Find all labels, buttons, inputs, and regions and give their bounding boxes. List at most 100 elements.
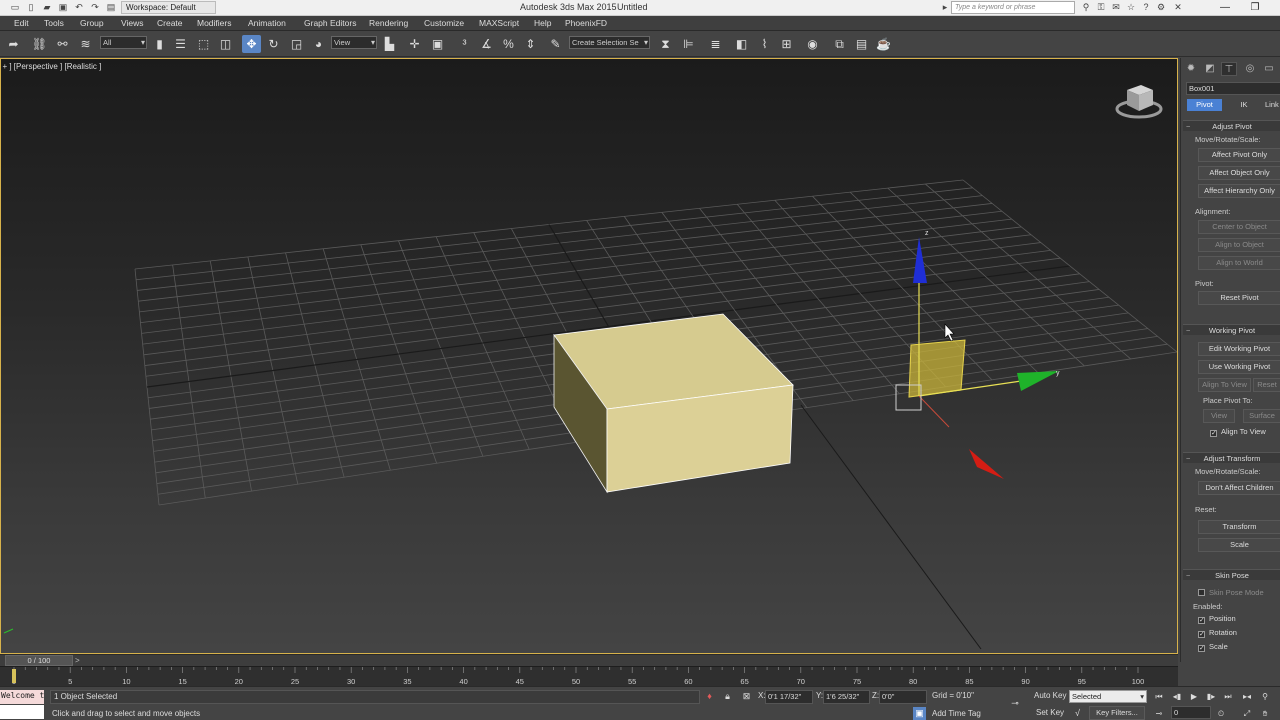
menu-customize[interactable]: Customize	[424, 18, 464, 28]
align-to-view-checkbox[interactable]: ✓ Align To View	[1210, 427, 1266, 437]
menu-tools[interactable]: Tools	[44, 18, 64, 28]
save-icon[interactable]: ▣	[56, 1, 70, 14]
time-slider-handle[interactable]: 0 / 100	[5, 655, 73, 666]
rollout-adjust-pivot[interactable]: Adjust Pivot	[1183, 120, 1280, 132]
layer-manager-icon[interactable]: ≣	[706, 35, 725, 53]
mirror-icon[interactable]: ⧗	[656, 35, 675, 53]
menu-graph-editors[interactable]: Graph Editors	[304, 18, 356, 28]
restore-button[interactable]: ❐	[1240, 0, 1270, 16]
tab-link-info[interactable]: Link Info	[1265, 99, 1280, 111]
render-setup-icon[interactable]: ⧉	[830, 35, 849, 53]
set-key-mode-button[interactable]: Set Key	[1036, 708, 1064, 717]
create-panel-tab-icon[interactable]: ✹	[1183, 62, 1199, 76]
add-time-tag[interactable]: Add Time Tag	[932, 709, 981, 718]
help-icon[interactable]: ?	[1140, 1, 1152, 14]
rotation-checkbox[interactable]: ✓ Rotation	[1198, 628, 1237, 638]
viewport-scene[interactable]: z y	[1, 59, 1178, 654]
minimize-button[interactable]: —	[1210, 0, 1240, 16]
use-working-pivot-button[interactable]: Use Working Pivot	[1198, 360, 1280, 374]
select-and-link-icon[interactable]: ⛓	[30, 35, 49, 53]
tab-pivot[interactable]: Pivot	[1187, 99, 1222, 111]
select-and-manipulate-icon[interactable]: ✛	[405, 35, 424, 53]
default-in-out-tangent-icon[interactable]: √	[1071, 707, 1084, 720]
search-icon[interactable]: ⚲	[1080, 1, 1092, 14]
next-frame-icon[interactable]: >	[75, 656, 80, 665]
set-keys-icon[interactable]: ⊸	[1152, 707, 1166, 720]
rollout-adjust-transform[interactable]: Adjust Transform	[1183, 452, 1280, 464]
z-coordinate-field[interactable]: 0'0"	[879, 690, 927, 704]
material-editor-icon[interactable]: ◉	[803, 35, 822, 53]
align-to-view-button[interactable]: Align To View	[1198, 378, 1251, 392]
align-icon[interactable]: ⊫	[679, 35, 698, 53]
angle-snap-icon[interactable]: ∡	[477, 35, 496, 53]
affect-object-only-button[interactable]: Affect Object Only	[1198, 166, 1280, 180]
time-tag-icon[interactable]: ▣	[913, 707, 926, 720]
new-scene-icon[interactable]: ▯	[24, 1, 38, 14]
skin-pose-mode-checkbox[interactable]: Skin Pose Mode	[1198, 588, 1264, 597]
zoom-extents-icon[interactable]: ⤢	[1240, 707, 1254, 720]
track-bar[interactable]: 0510152025303540455055606570758085909510…	[0, 666, 1178, 686]
redo-icon[interactable]: ↷	[88, 1, 102, 14]
menu-views[interactable]: Views	[121, 18, 144, 28]
tab-ik[interactable]: IK	[1225, 99, 1263, 111]
maxscript-listener-mini[interactable]: Welcome to M	[0, 690, 44, 704]
menu-phoenixfd[interactable]: PhoenixFD	[565, 18, 607, 28]
play-icon[interactable]: ▶	[1187, 690, 1201, 703]
next-frame-button-icon[interactable]: ▮▸	[1204, 690, 1218, 703]
center-to-object-button[interactable]: Center to Object	[1198, 220, 1280, 234]
menu-animation[interactable]: Animation	[248, 18, 286, 28]
key-filters-button[interactable]: Key Filters...	[1089, 706, 1145, 720]
project-folder-icon[interactable]: ▤	[104, 1, 118, 14]
select-object-icon[interactable]: ▮	[150, 35, 169, 53]
menu-help[interactable]: Help	[534, 18, 551, 28]
rollout-working-pivot[interactable]: Working Pivot	[1183, 324, 1280, 336]
menu-group[interactable]: Group	[80, 18, 104, 28]
place-pivot-surface-button[interactable]: Surface	[1243, 409, 1280, 423]
search-arrow-icon[interactable]: ▸	[939, 1, 951, 14]
reference-coordinate-dropdown[interactable]: View	[331, 36, 377, 49]
keyword-search-input[interactable]: Type a keyword or phrase	[951, 1, 1075, 14]
rollout-skin-pose[interactable]: Skin Pose	[1183, 569, 1280, 581]
reset-transform-button[interactable]: Transform	[1198, 520, 1280, 534]
select-and-place-icon[interactable]: ◕	[309, 35, 328, 53]
go-to-start-icon[interactable]: ⏮	[1152, 690, 1166, 703]
communication-center-icon[interactable]: ✉	[1110, 1, 1122, 14]
perspective-viewport[interactable]: [ + ] [Perspective ] [Realistic ] z y	[0, 58, 1178, 654]
zoom-icon[interactable]: ⚲	[1258, 690, 1272, 703]
x-coordinate-field[interactable]: 0'1 17/32"	[765, 690, 813, 704]
edit-named-selection-icon[interactable]: ✎	[546, 35, 565, 53]
rectangular-selection-icon[interactable]: ⬚	[194, 35, 213, 53]
bind-to-space-warp-icon[interactable]: ≋	[76, 35, 95, 53]
percent-snap-icon[interactable]: %	[499, 35, 518, 53]
reset-pivot-button[interactable]: Reset Pivot	[1198, 291, 1280, 305]
motion-panel-tab-icon[interactable]: ◎	[1242, 62, 1258, 76]
selection-filter-dropdown[interactable]: All	[100, 36, 147, 49]
absolute-mode-icon[interactable]: ⊠	[740, 690, 753, 703]
menu-edit[interactable]: Edit	[14, 18, 29, 28]
reset-scale-button[interactable]: Scale	[1198, 538, 1280, 552]
y-coordinate-field[interactable]: 1'6 25/32"	[823, 690, 870, 704]
align-to-world-button[interactable]: Align to World	[1198, 256, 1280, 270]
maxscript-input-mini[interactable]	[0, 705, 44, 719]
rendered-frame-window-icon[interactable]: ▤	[852, 35, 871, 53]
spinner-snap-icon[interactable]: ⇕	[521, 35, 540, 53]
isolate-selection-icon[interactable]: ♦	[703, 690, 716, 703]
key-selection-dropdown[interactable]: Selected	[1069, 690, 1147, 703]
schematic-view-icon[interactable]: ⊞	[777, 35, 796, 53]
subscription-icon[interactable]: ⚿	[1095, 1, 1107, 14]
undo-icon[interactable]: ↶	[72, 1, 86, 14]
menu-create[interactable]: Create	[157, 18, 183, 28]
dont-affect-children-button[interactable]: Don't Affect Children	[1198, 481, 1280, 495]
scene-explorer-icon[interactable]: ◧	[732, 35, 751, 53]
menu-rendering[interactable]: Rendering	[369, 18, 408, 28]
time-configuration-icon[interactable]: ⏲	[1214, 707, 1228, 720]
working-pivot-reset-button[interactable]: Reset	[1253, 378, 1280, 392]
key-mode-toggle-icon[interactable]: ▸◂	[1240, 690, 1254, 703]
curve-editor-icon[interactable]: ⌇	[755, 35, 774, 53]
modify-panel-tab-icon[interactable]: ◩	[1202, 62, 1218, 76]
menu-modifiers[interactable]: Modifiers	[197, 18, 231, 28]
close-doc-icon[interactable]: ✕	[1172, 1, 1184, 14]
time-slider[interactable]: 0 / 100 >	[0, 654, 1178, 666]
affect-hierarchy-only-button[interactable]: Affect Hierarchy Only	[1198, 184, 1280, 198]
viewcube-icon[interactable]	[1115, 85, 1163, 119]
